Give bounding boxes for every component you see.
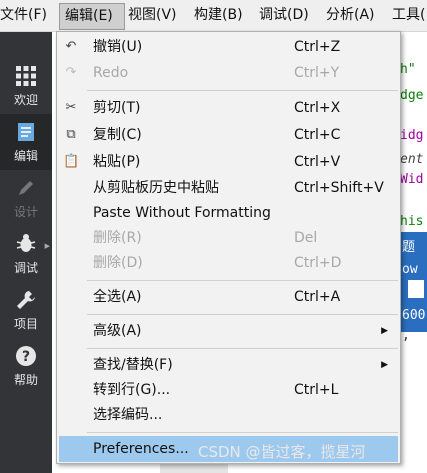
copy-icon: ⧉ <box>66 127 76 142</box>
sidebar-item-help[interactable]: ? 帮助 <box>0 338 52 394</box>
menu-separator <box>87 314 398 315</box>
sidebar-item-design[interactable]: 设计 <box>0 170 52 226</box>
scissors-icon: ✂ <box>65 100 77 115</box>
code-fragment: ent <box>400 152 424 167</box>
bug-icon <box>16 234 36 252</box>
menu-item-find-replace[interactable]: 查找/替换(F) ▶ <box>57 352 400 378</box>
menu-item-label: 从剪贴板历史中粘贴 <box>93 180 219 196</box>
menu-item-copy[interactable]: ⧉ 复制(C) Ctrl+C <box>57 122 400 148</box>
menu-file[interactable]: 文件(F) <box>0 0 47 31</box>
menubar: 文件(F) 编辑(E) 视图(V) 构建(B) 调试(D) 分析(A) 工具( <box>0 0 427 32</box>
menu-item-label: 全选(A) <box>93 289 142 305</box>
menu-item-undo[interactable]: ↶ 撤销(U) Ctrl+Z <box>57 34 400 60</box>
menu-item-label: Paste Without Formatting <box>93 205 271 221</box>
menu-item-label: 删除(R) <box>93 230 142 246</box>
menu-tools[interactable]: 工具( <box>392 0 425 31</box>
menu-item-shortcut: Ctrl+C <box>294 127 341 143</box>
sidebar-item-edit[interactable]: 编辑 <box>0 114 52 170</box>
menu-item-paste-without-formatting[interactable]: Paste Without Formatting <box>57 200 400 226</box>
pencil-icon <box>19 181 33 195</box>
sidebar-item-welcome[interactable]: 欢迎 <box>0 58 52 114</box>
menu-item-label: Redo <box>93 65 129 81</box>
menu-item-label: 选择编码... <box>93 407 163 423</box>
undo-icon: ↶ <box>65 39 77 54</box>
menu-item-delete-r[interactable]: 删除(R) Del <box>57 225 400 251</box>
code-fragment: ow <box>402 262 418 277</box>
redo-icon: ↷ <box>65 65 77 80</box>
menu-item-label: 查找/替换(F) <box>93 357 173 373</box>
caret-box <box>408 280 424 298</box>
code-fragment: 题 <box>402 240 416 255</box>
menu-item-shortcut: Ctrl+D <box>294 255 342 271</box>
menu-view[interactable]: 视图(V) <box>128 0 177 31</box>
menu-item-label: 删除(D) <box>93 255 143 271</box>
menu-item-label: 高级(A) <box>93 323 142 339</box>
menu-edit[interactable]: 编辑(E) <box>59 3 125 30</box>
menu-item-label: 撤销(U) <box>93 39 143 55</box>
menu-item-paste[interactable]: 📋 粘贴(P) Ctrl+V <box>57 149 400 175</box>
menu-item-shortcut: Ctrl+Shift+V <box>294 180 384 196</box>
menu-item-select-encoding[interactable]: 选择编码... <box>57 402 400 428</box>
menu-debug[interactable]: 调试(D) <box>259 0 309 31</box>
expand-arrow-icon: ▶ <box>44 242 50 250</box>
menu-build[interactable]: 构建(B) <box>194 0 243 31</box>
menu-item-advanced[interactable]: 高级(A) ▶ <box>57 318 400 344</box>
mode-sidebar: 欢迎 编辑 设计 调试 ▶ 项目 ? 帮助 <box>0 32 52 473</box>
edit-menu-dropdown: ↶ 撤销(U) Ctrl+Z ↷ Redo Ctrl+Y ✂ 剪切(T) Ctr… <box>56 31 401 464</box>
sidebar-item-label: 帮助 <box>13 373 38 387</box>
wrench-icon <box>17 291 35 309</box>
menu-item-label: 转到行(G)... <box>93 382 171 398</box>
submenu-arrow-icon: ▶ <box>381 360 388 370</box>
code-fragment: Wid <box>400 172 424 187</box>
menu-item-label: Preferences... <box>93 441 189 457</box>
sidebar-item-label: 调试 <box>13 261 38 275</box>
menu-item-delete-d[interactable]: 删除(D) Ctrl+D <box>57 250 400 276</box>
menu-item-cut[interactable]: ✂ 剪切(T) Ctrl+X <box>57 95 400 121</box>
svg-text:?: ? <box>22 349 30 365</box>
question-icon: ? <box>16 346 36 366</box>
menu-item-shortcut: Ctrl+X <box>294 100 341 116</box>
watermark: CSDN @皆过客，揽星河 <box>198 443 366 461</box>
menu-item-shortcut: Ctrl+V <box>294 154 341 170</box>
menu-separator <box>87 432 398 433</box>
menu-separator <box>87 280 398 281</box>
menu-item-shortcut: Ctrl+L <box>294 382 339 398</box>
menu-item-goto-line[interactable]: 转到行(G)... Ctrl+L <box>57 377 400 403</box>
code-fragment: h" <box>400 62 416 77</box>
sidebar-item-label: 编辑 <box>13 149 38 163</box>
menu-item-label: 剪切(T) <box>93 100 141 116</box>
document-icon <box>18 123 34 141</box>
menu-item-shortcut: Del <box>294 230 318 246</box>
menu-separator <box>87 90 398 91</box>
code-fragment: 600 <box>402 308 426 323</box>
menu-item-shortcut: Ctrl+A <box>294 289 341 305</box>
sidebar-item-project[interactable]: 项目 <box>0 282 52 338</box>
menu-item-paste-from-history[interactable]: 从剪贴板历史中粘贴 Ctrl+Shift+V <box>57 175 400 201</box>
menu-item-select-all[interactable]: 全选(A) Ctrl+A <box>57 284 400 310</box>
menu-item-label: 粘贴(P) <box>93 154 141 170</box>
menu-item-redo[interactable]: ↷ Redo Ctrl+Y <box>57 60 400 86</box>
sidebar-item-label: 欢迎 <box>13 93 38 107</box>
code-fragment: dge <box>400 88 424 103</box>
menu-item-shortcut: Ctrl+Y <box>294 65 340 81</box>
menu-item-shortcut: Ctrl+Z <box>294 39 341 55</box>
menu-separator <box>87 348 398 349</box>
code-fragment: his <box>400 214 424 229</box>
code-fragment: idg <box>400 128 424 143</box>
sidebar-item-label: 项目 <box>13 317 38 331</box>
menu-item-label: 复制(C) <box>93 127 142 143</box>
paste-icon: 📋 <box>63 154 80 169</box>
grid-icon <box>16 66 36 86</box>
submenu-arrow-icon: ▶ <box>381 326 388 336</box>
code-fragment: , <box>402 328 410 343</box>
sidebar-item-debug[interactable]: 调试 ▶ <box>0 226 52 282</box>
sidebar-item-label: 设计 <box>13 205 38 219</box>
menu-analyze[interactable]: 分析(A) <box>326 0 375 31</box>
